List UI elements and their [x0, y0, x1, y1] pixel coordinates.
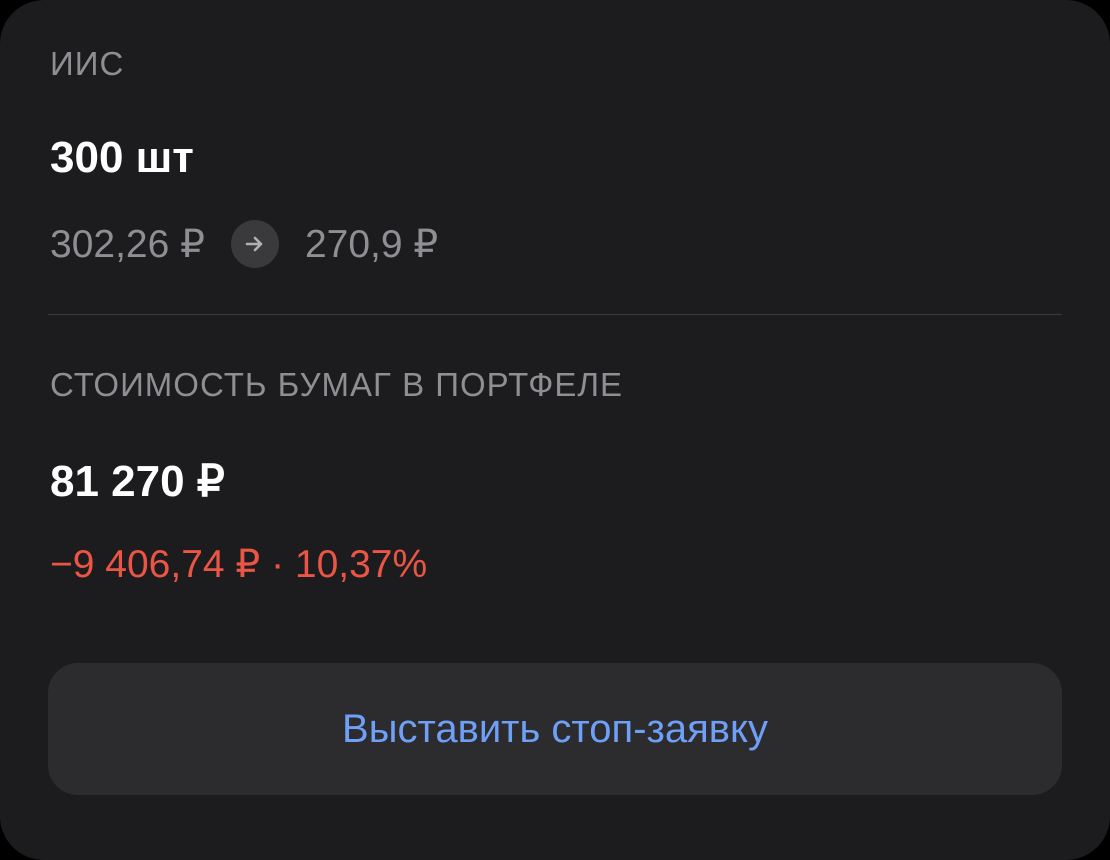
portfolio-value-label: СТОИМОСТЬ БУМАГ В ПОРТФЕЛЕ	[50, 366, 623, 403]
profit-loss-separator: ·	[260, 543, 295, 586]
price-change-row: 302,26 ₽ 270,9 ₽	[50, 220, 438, 268]
arrow-right-icon	[230, 220, 279, 268]
profit-loss-percent: 10,37%	[294, 543, 428, 586]
profit-loss: −9 406,74 ₽ · 10,37%	[50, 542, 427, 587]
position-card: ИИС 300 шт 302,26 ₽ 270,9 ₽ СТОИМОСТЬ БУ…	[0, 0, 1110, 860]
average-price: 302,26 ₽	[50, 222, 205, 266]
place-stop-order-button[interactable]: Выставить стоп-заявку	[48, 663, 1062, 795]
profit-loss-amount: −9 406,74 ₽	[50, 543, 261, 586]
portfolio-value: 81 270 ₽	[50, 457, 225, 506]
position-quantity: 300 шт	[50, 133, 194, 182]
current-price: 270,9 ₽	[304, 222, 439, 266]
place-stop-order-label: Выставить стоп-заявку	[342, 706, 768, 751]
account-label: ИИС	[50, 45, 125, 82]
divider	[48, 314, 1062, 315]
